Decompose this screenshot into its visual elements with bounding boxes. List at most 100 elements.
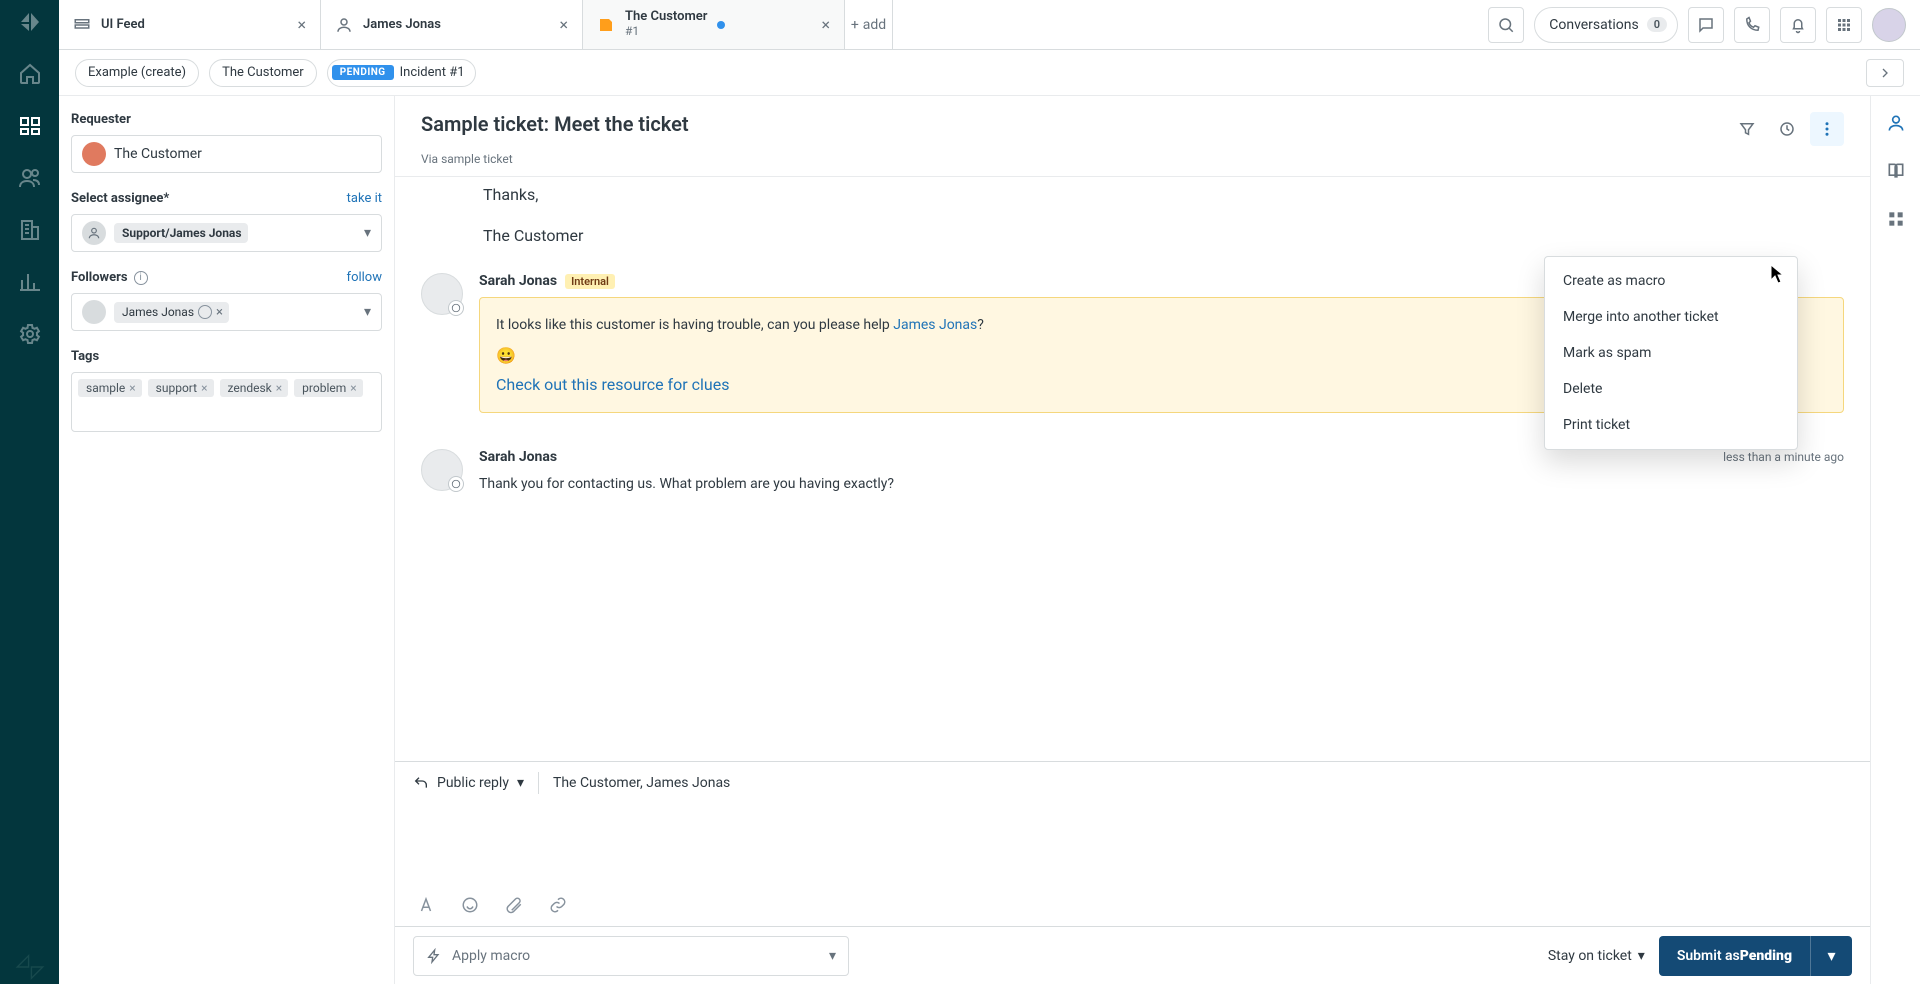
add-label: add bbox=[863, 17, 886, 33]
submit-button-group: Submit as Pending ▾ bbox=[1659, 936, 1852, 976]
knowledge-icon[interactable] bbox=[1883, 158, 1909, 184]
reply-icon bbox=[448, 476, 464, 492]
requester-name: The Customer bbox=[114, 146, 202, 162]
menu-item-create-macro[interactable]: Create as macro bbox=[1545, 263, 1797, 299]
tab-the-customer-1[interactable]: The Customer #1 × bbox=[583, 0, 845, 49]
events-button[interactable] bbox=[1770, 112, 1804, 146]
chevron-down-icon: ▾ bbox=[364, 304, 371, 320]
remove-icon[interactable]: × bbox=[350, 381, 356, 395]
apply-macro-button[interactable]: Apply macro ▾ bbox=[413, 936, 849, 976]
add-tab-button[interactable]: + add bbox=[845, 0, 893, 49]
submit-dropdown-button[interactable]: ▾ bbox=[1810, 936, 1852, 976]
chevron-down-icon: ▾ bbox=[517, 775, 524, 791]
unsaved-dot-icon bbox=[717, 21, 725, 29]
filter-button[interactable] bbox=[1730, 112, 1764, 146]
message-timestamp: less than a minute ago bbox=[1723, 450, 1844, 464]
ticket-actions-menu: Create as macro Merge into another ticke… bbox=[1544, 256, 1798, 450]
reply-type-selector[interactable]: Public reply ▾ bbox=[413, 775, 524, 791]
assignee-field[interactable]: Support/James Jonas ▾ bbox=[71, 214, 382, 252]
profile-avatar[interactable] bbox=[1872, 8, 1906, 42]
reply-recipients[interactable]: The Customer, James Jonas bbox=[553, 775, 730, 791]
reply-editor[interactable] bbox=[395, 804, 1870, 884]
home-icon[interactable] bbox=[14, 58, 46, 90]
internal-badge: Internal bbox=[565, 274, 615, 289]
zendesk-logo-icon[interactable] bbox=[14, 6, 46, 38]
admin-icon[interactable] bbox=[14, 318, 46, 350]
submit-button[interactable]: Submit as Pending bbox=[1659, 936, 1810, 976]
format-text-button[interactable] bbox=[413, 892, 439, 918]
ticket-subject[interactable]: Sample ticket: Meet the ticket bbox=[421, 112, 1730, 136]
info-icon[interactable]: i bbox=[134, 271, 148, 285]
expand-pane-button[interactable] bbox=[1866, 59, 1904, 87]
assignee-label: Select assignee* bbox=[71, 191, 169, 206]
tab-james-jonas[interactable]: James Jonas × bbox=[321, 0, 583, 49]
avatar bbox=[82, 142, 106, 166]
apps-button[interactable] bbox=[1826, 7, 1862, 43]
apps-panel-icon[interactable] bbox=[1883, 206, 1909, 232]
chevron-down-icon: ▾ bbox=[829, 948, 836, 964]
tag-chip: problem× bbox=[294, 379, 362, 397]
user-context-icon[interactable] bbox=[1883, 110, 1909, 136]
notifications-button[interactable] bbox=[1780, 7, 1816, 43]
close-icon[interactable]: × bbox=[821, 15, 830, 34]
reporting-icon[interactable] bbox=[14, 266, 46, 298]
tab-bar: UI Feed × James Jonas × The Customer #1 … bbox=[59, 0, 1920, 50]
editor-toolbar bbox=[395, 884, 1870, 926]
phone-button[interactable] bbox=[1734, 7, 1770, 43]
message-author[interactable]: Sarah Jonas bbox=[479, 449, 557, 465]
emoji-button[interactable] bbox=[457, 892, 483, 918]
avatar bbox=[82, 221, 106, 245]
remove-icon[interactable]: × bbox=[276, 381, 282, 395]
message-text: Thank you for contacting us. What proble… bbox=[479, 473, 1844, 495]
customers-icon[interactable] bbox=[14, 162, 46, 194]
tab-ui-feed[interactable]: UI Feed × bbox=[59, 0, 321, 49]
message-author[interactable]: Sarah Jonas bbox=[479, 273, 557, 289]
take-it-link[interactable]: take it bbox=[347, 191, 382, 206]
secondary-bar: Example (create) The Customer PENDING In… bbox=[59, 50, 1920, 96]
follow-link[interactable]: follow bbox=[347, 270, 382, 285]
menu-item-delete[interactable]: Delete bbox=[1545, 371, 1797, 407]
remove-icon[interactable]: × bbox=[216, 305, 223, 320]
search-button[interactable] bbox=[1488, 7, 1524, 43]
remove-icon[interactable]: × bbox=[129, 381, 135, 395]
plus-icon: + bbox=[851, 17, 859, 33]
views-icon bbox=[73, 16, 91, 34]
close-icon[interactable]: × bbox=[559, 15, 568, 34]
chat-button[interactable] bbox=[1688, 7, 1724, 43]
remove-icon[interactable]: × bbox=[201, 381, 207, 395]
close-icon[interactable]: × bbox=[297, 15, 306, 34]
tags-label: Tags bbox=[71, 349, 382, 364]
requester-field[interactable]: The Customer bbox=[71, 135, 382, 173]
right-rail bbox=[1870, 96, 1920, 984]
avatar[interactable] bbox=[421, 449, 463, 491]
user-mention-link[interactable]: James Jonas bbox=[893, 317, 977, 333]
user-icon bbox=[335, 16, 353, 34]
tag-chip: zendesk× bbox=[220, 379, 289, 397]
menu-item-merge[interactable]: Merge into another ticket bbox=[1545, 299, 1797, 335]
example-create-link[interactable]: Example (create) bbox=[75, 59, 199, 87]
views-icon[interactable] bbox=[14, 110, 46, 142]
left-nav bbox=[0, 0, 59, 984]
conversation-pane: Sample ticket: Meet the ticket Via sampl… bbox=[395, 96, 1870, 984]
incident-label: Incident #1 bbox=[400, 65, 465, 80]
message-text: The Customer bbox=[483, 226, 1844, 245]
the-customer-link[interactable]: The Customer bbox=[209, 59, 317, 87]
organizations-icon[interactable] bbox=[14, 214, 46, 246]
bottom-bar: Apply macro ▾ Stay on ticket ▾ Submit as… bbox=[395, 926, 1870, 984]
more-actions-button[interactable] bbox=[1810, 112, 1844, 146]
tab-label: The Customer bbox=[625, 10, 707, 25]
tag-chip: sample× bbox=[78, 379, 142, 397]
menu-item-print[interactable]: Print ticket bbox=[1545, 407, 1797, 443]
avatar[interactable] bbox=[421, 273, 463, 315]
chevron-down-icon: ▾ bbox=[364, 225, 371, 241]
attach-button[interactable] bbox=[501, 892, 527, 918]
followers-field[interactable]: James Jonas × ▾ bbox=[71, 293, 382, 331]
stay-on-ticket-selector[interactable]: Stay on ticket ▾ bbox=[1548, 948, 1645, 964]
menu-item-mark-spam[interactable]: Mark as spam bbox=[1545, 335, 1797, 371]
ticket-status-pill[interactable]: PENDING Incident #1 bbox=[327, 59, 476, 87]
tags-field[interactable]: sample× support× zendesk× problem× bbox=[71, 372, 382, 432]
macro-label: Apply macro bbox=[452, 948, 530, 964]
requester-label: Requester bbox=[71, 112, 382, 127]
conversations-button[interactable]: Conversations 0 bbox=[1534, 7, 1678, 43]
link-button[interactable] bbox=[545, 892, 571, 918]
